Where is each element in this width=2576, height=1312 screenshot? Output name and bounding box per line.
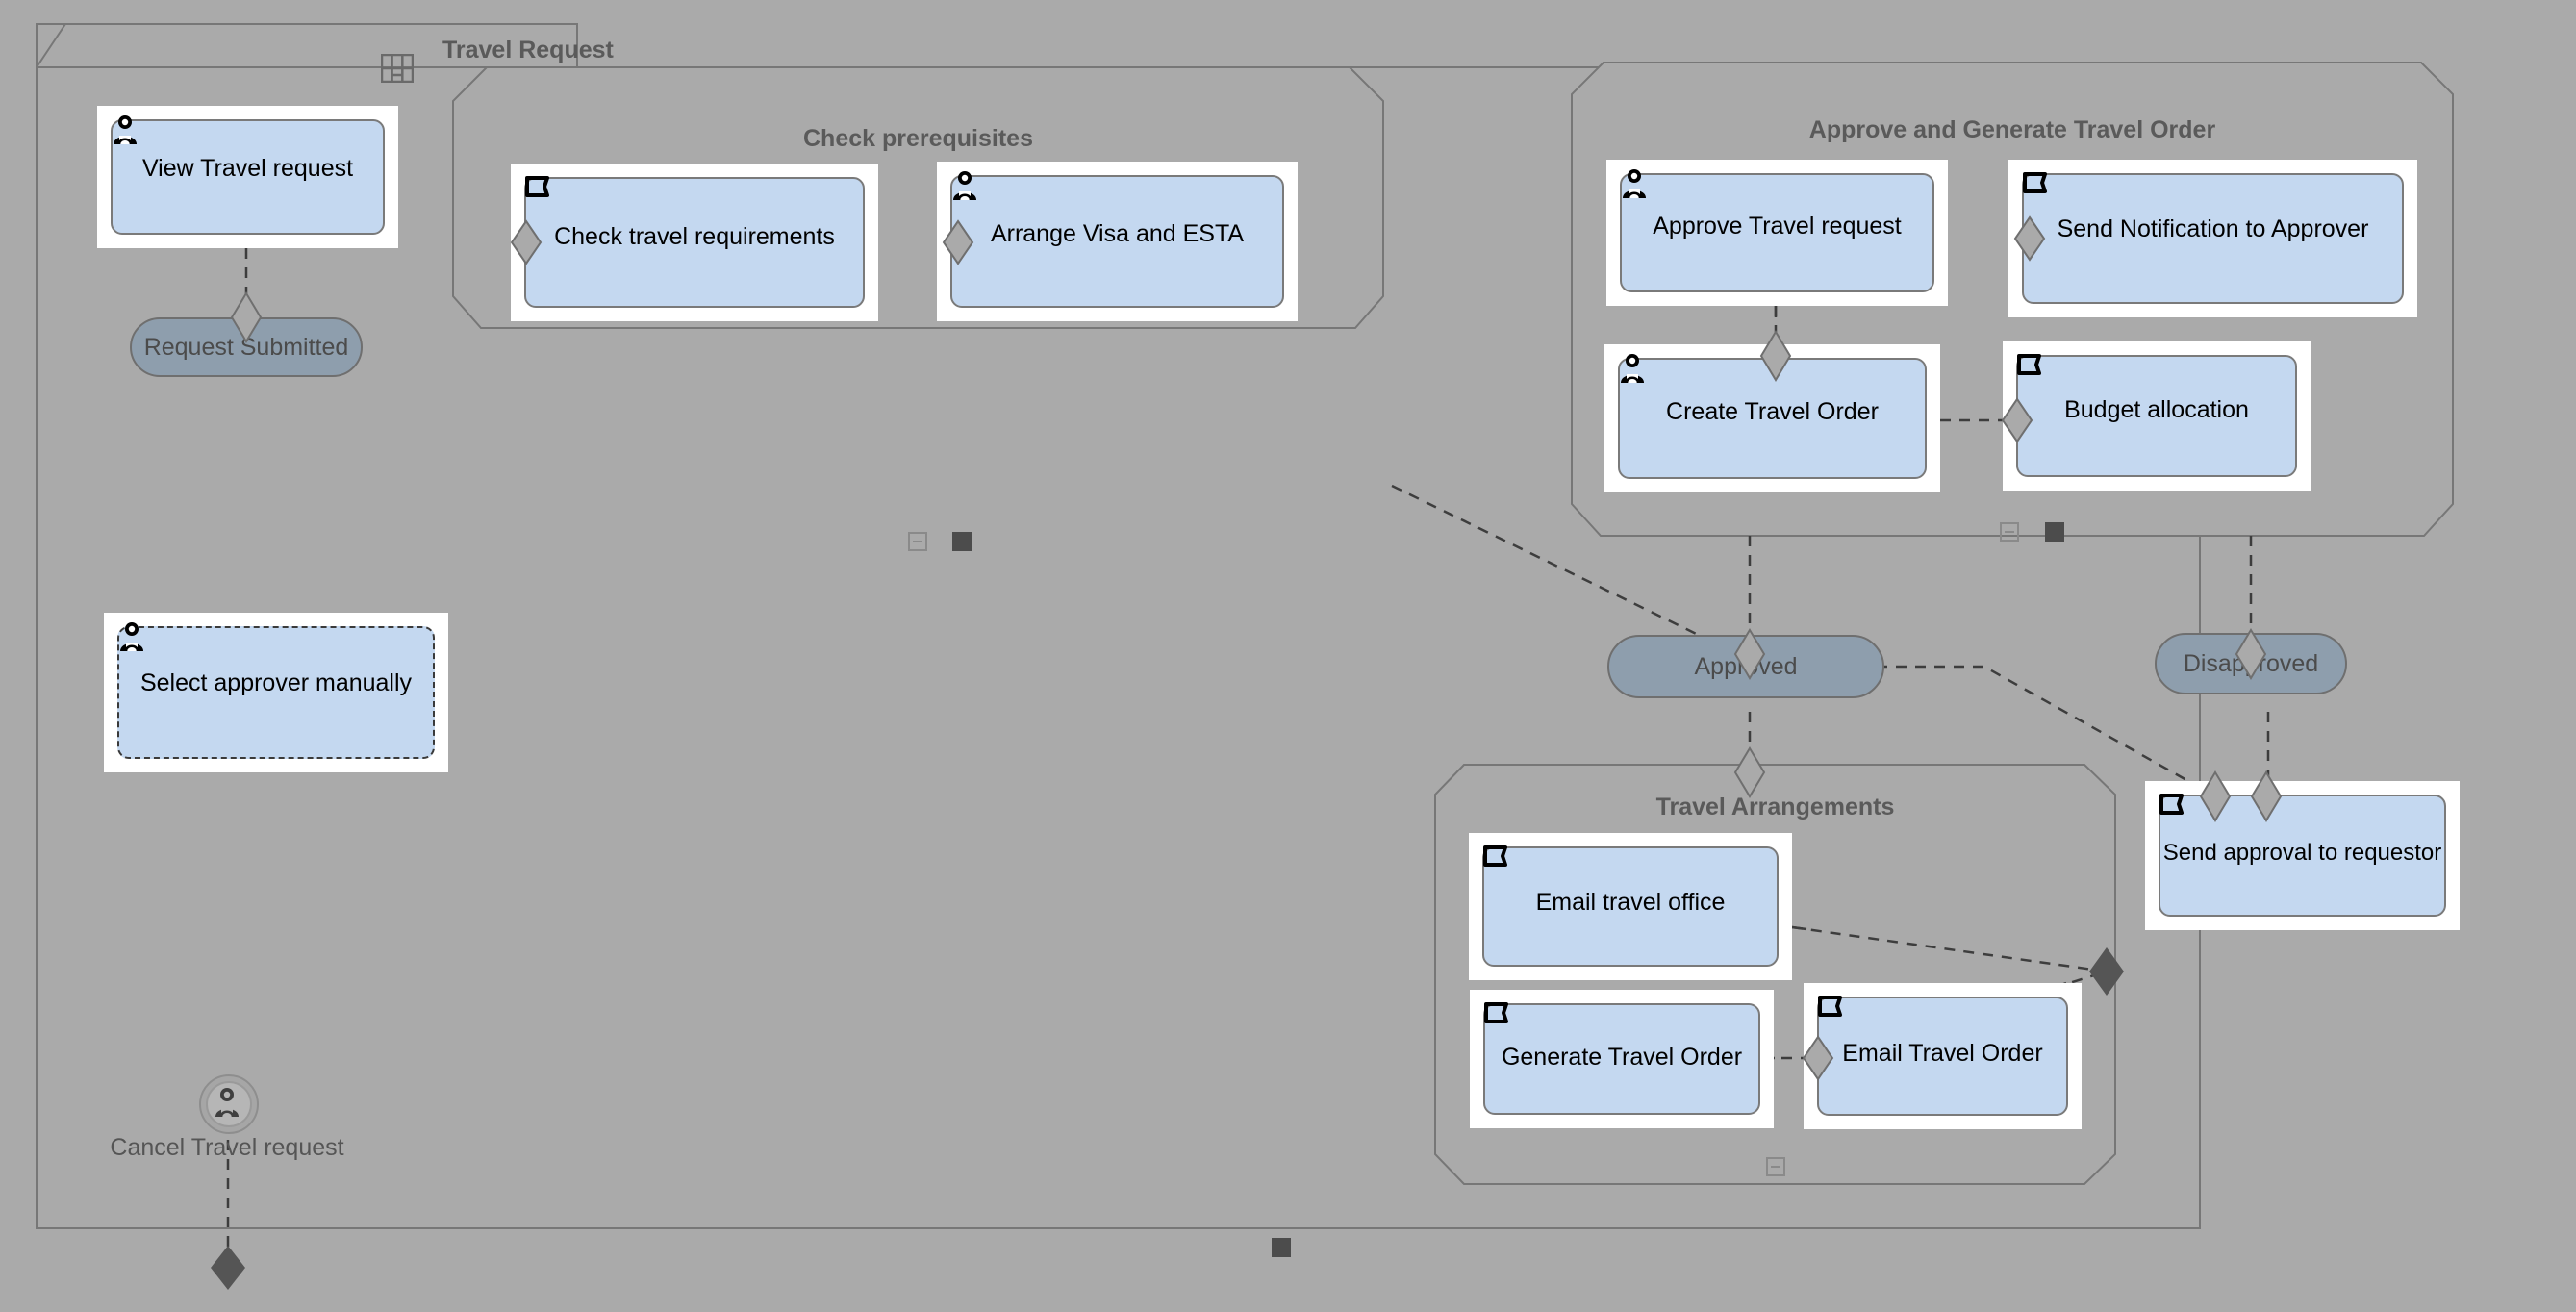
node-label: Email Travel Order [1804, 1041, 2082, 1068]
node-generate-travel-order[interactable]: Generate Travel Order [1470, 990, 1774, 1128]
node-check-travel-requirements[interactable]: Check travel requirements [511, 164, 878, 321]
node-label: Budget allocation [2003, 397, 2311, 424]
state-label: Disapproved [2184, 650, 2318, 678]
node-send-approval-to-requestor[interactable]: Send approval to requestor [2145, 781, 2460, 930]
user-icon [111, 114, 139, 143]
state-approved[interactable]: Approved [1607, 635, 1884, 698]
user-icon [117, 621, 146, 650]
state-label: Approved [1694, 653, 1797, 681]
node-approve-travel-request[interactable]: Approve Travel request [1606, 160, 1948, 306]
collapse-icon-travel-arrangements[interactable] [1766, 1157, 1785, 1176]
node-email-travel-order[interactable]: Email Travel Order [1804, 983, 2082, 1129]
diagram-canvas: Travel Request Check prerequisites Appro… [0, 0, 2576, 1312]
node-label: Generate Travel Order [1470, 1045, 1774, 1072]
node-label: Select approver manually [104, 670, 448, 697]
message-icon [524, 172, 553, 201]
state-label: Request Submitted [144, 334, 349, 362]
node-email-travel-office[interactable]: Email travel office [1469, 833, 1792, 980]
actor-label: Cancel Travel request [110, 1134, 343, 1162]
page-title: Travel Request [0, 37, 1501, 64]
node-create-travel-order[interactable]: Create Travel Order [1604, 344, 1940, 492]
node-label: Send approval to requestor [2145, 841, 2460, 866]
node-view-travel-request[interactable]: View Travel request [97, 106, 398, 248]
node-send-notification-to-approver[interactable]: Send Notification to Approver [2008, 160, 2417, 317]
node-label: Approve Travel request [1606, 214, 1948, 240]
state-request-submitted[interactable]: Request Submitted [130, 317, 363, 377]
square-icon-check-prerequisites[interactable] [952, 532, 972, 551]
node-label: Arrange Visa and ESTA [937, 221, 1298, 248]
actor-cancel-travel-request[interactable]: Cancel Travel request [199, 1074, 255, 1130]
node-label: View Travel request [97, 156, 398, 183]
root-square-icon[interactable] [1272, 1238, 1291, 1257]
grid-icon[interactable] [381, 54, 414, 83]
collapse-icon-approve-generate[interactable] [2000, 522, 2019, 542]
state-disapproved[interactable]: Disapproved [2155, 633, 2347, 694]
user-icon [950, 170, 979, 199]
node-arrange-visa-esta[interactable]: Arrange Visa and ESTA [937, 162, 1298, 321]
message-icon [1483, 998, 1512, 1027]
message-icon [1482, 842, 1511, 870]
node-budget-allocation[interactable]: Budget allocation [2003, 341, 2311, 491]
node-select-approver-manually[interactable]: Select approver manually [104, 613, 448, 772]
group-title-check-prerequisites: Check prerequisites [453, 125, 1383, 153]
message-icon [2016, 350, 2045, 379]
message-icon [1817, 992, 1846, 1021]
collapse-icon-check-prerequisites[interactable] [908, 532, 927, 551]
node-label: Check travel requirements [511, 224, 878, 251]
group-title-approve-generate: Approve and Generate Travel Order [1572, 116, 2453, 144]
square-icon-approve-generate[interactable] [2045, 522, 2064, 542]
user-icon [213, 1087, 241, 1118]
node-label: Send Notification to Approver [2008, 216, 2417, 243]
user-icon [1618, 353, 1647, 382]
message-icon [2022, 168, 2051, 197]
group-title-travel-arrangements: Travel Arrangements [1435, 794, 2115, 821]
message-icon [2159, 790, 2187, 819]
user-icon [1620, 168, 1649, 197]
node-label: Email travel office [1469, 890, 1792, 917]
node-label: Create Travel Order [1604, 399, 1940, 426]
